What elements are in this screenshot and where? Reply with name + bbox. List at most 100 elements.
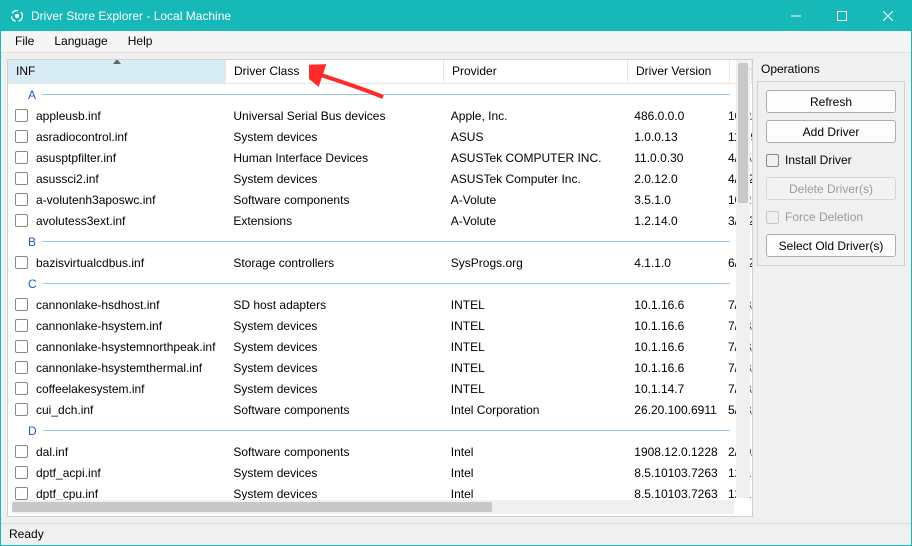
scrollbar-thumb[interactable] [12, 502, 492, 512]
row-checkbox[interactable] [15, 403, 28, 416]
cell-provider: Apple, Inc. [443, 109, 627, 123]
table-row[interactable]: appleusb.infUniversal Serial Bus devices… [8, 105, 752, 126]
group-label: A [28, 88, 42, 102]
force-deletion-checkbox: Force Deletion [766, 207, 896, 227]
vertical-scrollbar[interactable] [736, 60, 750, 498]
group-label: D [28, 424, 43, 438]
row-checkbox[interactable] [15, 172, 28, 185]
sort-ascending-icon [113, 60, 121, 64]
row-checkbox[interactable] [15, 193, 28, 206]
cell-provider: ASUS [443, 130, 627, 144]
row-checkbox[interactable] [15, 256, 28, 269]
cell-provider: INTEL [443, 319, 627, 333]
row-checkbox[interactable] [15, 466, 28, 479]
cell-driver-class: System devices [225, 361, 442, 375]
cell-driver-class: Extensions [225, 214, 442, 228]
cell-provider: Intel [443, 487, 627, 501]
menu-file[interactable]: File [5, 31, 44, 52]
table-row[interactable]: asradiocontrol.infSystem devicesASUS1.0.… [8, 126, 752, 147]
table-row[interactable]: bazisvirtualcdbus.infStorage controllers… [8, 252, 752, 273]
cell-version: 26.20.100.6911 [626, 403, 728, 417]
table-row[interactable]: a-volutenh3aposwc.infSoftware components… [8, 189, 752, 210]
row-checkbox[interactable] [15, 130, 28, 143]
cell-driver-class: System devices [225, 319, 442, 333]
cell-inf: dal.inf [36, 445, 68, 459]
operations-panel: Operations Refresh Add Driver Install Dr… [757, 59, 905, 517]
table-row[interactable]: cannonlake-hsdhost.infSD host adaptersIN… [8, 294, 752, 315]
cell-driver-class: Storage controllers [225, 256, 442, 270]
cell-provider: ASUSTek COMPUTER INC. [443, 151, 627, 165]
close-button[interactable] [865, 1, 911, 31]
cell-provider: A-Volute [443, 214, 627, 228]
cell-provider: Intel Corporation [443, 403, 627, 417]
table-row[interactable]: avolutess3ext.infExtensionsA-Volute1.2.1… [8, 210, 752, 231]
horizontal-scrollbar[interactable] [12, 500, 734, 514]
cell-inf: dptf_acpi.inf [36, 466, 101, 480]
menu-help[interactable]: Help [118, 31, 163, 52]
cell-version: 8.5.10103.7263 [626, 487, 728, 501]
minimize-button[interactable] [773, 1, 819, 31]
cell-provider: SysProgs.org [443, 256, 627, 270]
cell-inf: cannonlake-hsdhost.inf [36, 298, 159, 312]
row-checkbox[interactable] [15, 298, 28, 311]
cell-inf: asussci2.inf [36, 172, 99, 186]
group-header[interactable]: C [8, 273, 752, 294]
column-header-version[interactable]: Driver Version [628, 60, 730, 83]
column-header-provider[interactable]: Provider [444, 60, 628, 83]
row-checkbox[interactable] [15, 214, 28, 227]
table-row[interactable]: cannonlake-hsystem.infSystem devicesINTE… [8, 315, 752, 336]
row-checkbox[interactable] [15, 487, 28, 500]
status-bar: Ready [1, 523, 911, 545]
refresh-button[interactable]: Refresh [766, 90, 896, 113]
scrollbar-thumb[interactable] [738, 63, 748, 203]
group-header[interactable]: D [8, 420, 752, 441]
group-label: C [28, 277, 43, 291]
table-row[interactable]: cannonlake-hsystemthermal.infSystem devi… [8, 357, 752, 378]
row-checkbox[interactable] [15, 382, 28, 395]
button-label: Delete Driver(s) [789, 182, 873, 196]
install-driver-checkbox[interactable]: Install Driver [766, 150, 896, 170]
column-header-inf[interactable]: INF [8, 60, 226, 83]
column-headers: INF Driver Class Provider Driver Version… [8, 60, 752, 84]
cell-driver-class: System devices [225, 466, 442, 480]
cell-provider: INTEL [443, 298, 627, 312]
group-header[interactable]: B [8, 231, 752, 252]
cell-version: 1.2.14.0 [626, 214, 728, 228]
cell-version: 10.1.16.6 [626, 298, 728, 312]
grid-rows: Aappleusb.infUniversal Serial Bus device… [8, 84, 752, 516]
cell-version: 10.1.16.6 [626, 319, 728, 333]
table-row[interactable]: coffeelakesystem.infSystem devicesINTEL1… [8, 378, 752, 399]
maximize-button[interactable] [819, 1, 865, 31]
cell-driver-class: System devices [225, 340, 442, 354]
checkbox-icon [766, 211, 779, 224]
cell-version: 10.1.16.6 [626, 361, 728, 375]
operations-box: Refresh Add Driver Install Driver Delete… [757, 81, 905, 266]
column-header-driver-class[interactable]: Driver Class [226, 60, 444, 83]
driver-grid: INF Driver Class Provider Driver Version… [7, 59, 753, 517]
checkbox-label: Install Driver [785, 153, 852, 167]
row-checkbox[interactable] [15, 340, 28, 353]
table-row[interactable]: asussci2.infSystem devicesASUSTek Comput… [8, 168, 752, 189]
table-row[interactable]: cannonlake-hsystemnorthpeak.infSystem de… [8, 336, 752, 357]
button-label: Add Driver [803, 125, 860, 139]
table-row[interactable]: dal.infSoftware componentsIntel1908.12.0… [8, 441, 752, 462]
cell-driver-class: Software components [225, 445, 442, 459]
row-checkbox[interactable] [15, 445, 28, 458]
row-checkbox[interactable] [15, 151, 28, 164]
select-old-drivers-button[interactable]: Select Old Driver(s) [766, 234, 896, 257]
row-checkbox[interactable] [15, 319, 28, 332]
row-checkbox[interactable] [15, 109, 28, 122]
cell-version: 1908.12.0.1228 [626, 445, 728, 459]
group-header[interactable]: A [8, 84, 752, 105]
table-row[interactable]: asusptpfilter.infHuman Interface Devices… [8, 147, 752, 168]
cell-driver-class: Software components [225, 193, 442, 207]
table-row[interactable]: dptf_acpi.infSystem devicesIntel8.5.1010… [8, 462, 752, 483]
cell-version: 2.0.12.0 [626, 172, 728, 186]
row-checkbox[interactable] [15, 361, 28, 374]
cell-provider: INTEL [443, 361, 627, 375]
menu-language[interactable]: Language [44, 31, 117, 52]
checkbox-label: Force Deletion [785, 210, 863, 224]
delete-drivers-button: Delete Driver(s) [766, 177, 896, 200]
add-driver-button[interactable]: Add Driver [766, 120, 896, 143]
table-row[interactable]: cui_dch.infSoftware componentsIntel Corp… [8, 399, 752, 420]
